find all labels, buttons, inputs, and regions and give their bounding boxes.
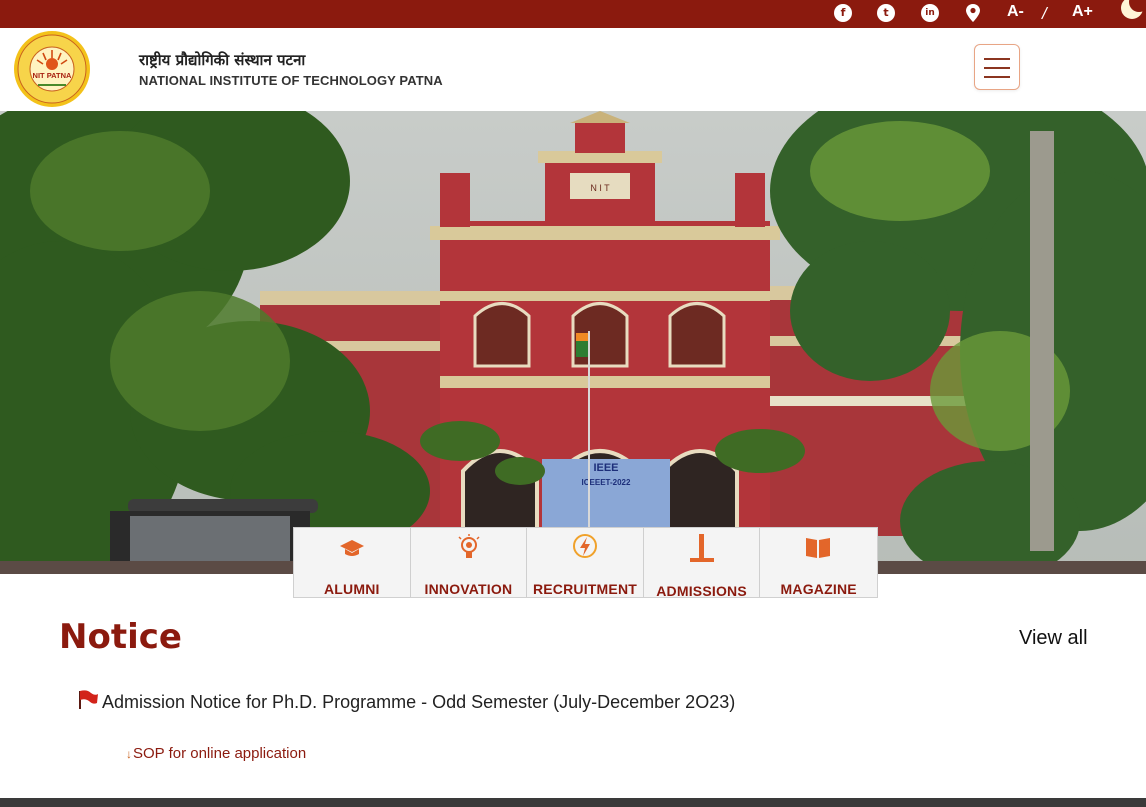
- dark-mode-moon-icon[interactable]: [1120, 0, 1144, 22]
- view-all-link[interactable]: View all: [1019, 627, 1088, 650]
- svg-text:N I T: N I T: [590, 183, 610, 193]
- font-decrease-button[interactable]: A-: [1007, 3, 1024, 21]
- book-icon: [806, 538, 831, 558]
- quick-link-alumni[interactable]: ALUMNI: [294, 528, 411, 597]
- quick-link-innovation[interactable]: INNOVATION: [410, 528, 528, 597]
- notice-heading: Notice: [59, 617, 182, 657]
- quick-link-label: ALUMNI: [323, 581, 380, 597]
- form-icon: [689, 534, 714, 562]
- quick-links-bar: ALUMNI INNOVATION RECRUITMENT ADMISSIONS…: [293, 527, 878, 599]
- quick-link-label: INNOVATION: [424, 581, 513, 597]
- site-header: NIT PATNA राष्ट्रीय प्रौद्योगिकी संस्थान…: [0, 28, 1146, 111]
- facebook-icon[interactable]: f: [834, 4, 852, 22]
- quick-link-admissions[interactable]: ADMISSIONS: [643, 528, 761, 599]
- campus-building-photo: N I T IEEE ICEEET-2022: [0, 111, 1146, 574]
- hamburger-menu-button[interactable]: [974, 44, 1020, 90]
- nit-patna-logo[interactable]: NIT PATNA: [13, 30, 91, 108]
- location-icon[interactable]: [965, 3, 981, 23]
- red-flag-icon: [79, 690, 98, 709]
- quick-link-label: MAGAZINE: [780, 581, 857, 597]
- footer-strip: [0, 798, 1146, 807]
- svg-text:NIT PATNA: NIT PATNA: [33, 71, 72, 80]
- lightning-icon: [573, 534, 598, 558]
- sop-link-label: SOP for online application: [133, 745, 307, 762]
- quick-link-label: ADMISSIONS: [656, 583, 747, 599]
- institute-title-hindi: राष्ट्रीय प्रौद्योगिकी संस्थान पटना: [139, 51, 306, 69]
- download-arrow-icon: ↓: [126, 747, 132, 761]
- font-increase-button[interactable]: A+: [1072, 3, 1093, 21]
- quick-link-recruitment[interactable]: RECRUITMENT: [527, 528, 644, 597]
- graduation-cap-icon: [340, 540, 364, 556]
- institute-title-english: NATIONAL INSTITUTE OF TECHNOLOGY PATNA: [139, 73, 443, 88]
- font-size-separator: /: [1042, 4, 1047, 23]
- svg-text:IEEE: IEEE: [593, 462, 618, 474]
- bulb-icon: [458, 534, 480, 558]
- linkedin-icon[interactable]: in: [921, 4, 939, 22]
- twitter-icon[interactable]: t: [877, 4, 895, 22]
- hero-campus-image: N I T IEEE ICEEET-2022: [0, 111, 1146, 574]
- quick-link-label: RECRUITMENT: [532, 581, 638, 597]
- sop-download-link[interactable]: ↓SOP for online application: [126, 745, 306, 762]
- quick-link-magazine[interactable]: MAGAZINE: [760, 528, 877, 597]
- top-utility-bar: f t in A- / A+: [0, 0, 1146, 28]
- notice-item-link[interactable]: Admission Notice for Ph.D. Programme - O…: [102, 692, 735, 713]
